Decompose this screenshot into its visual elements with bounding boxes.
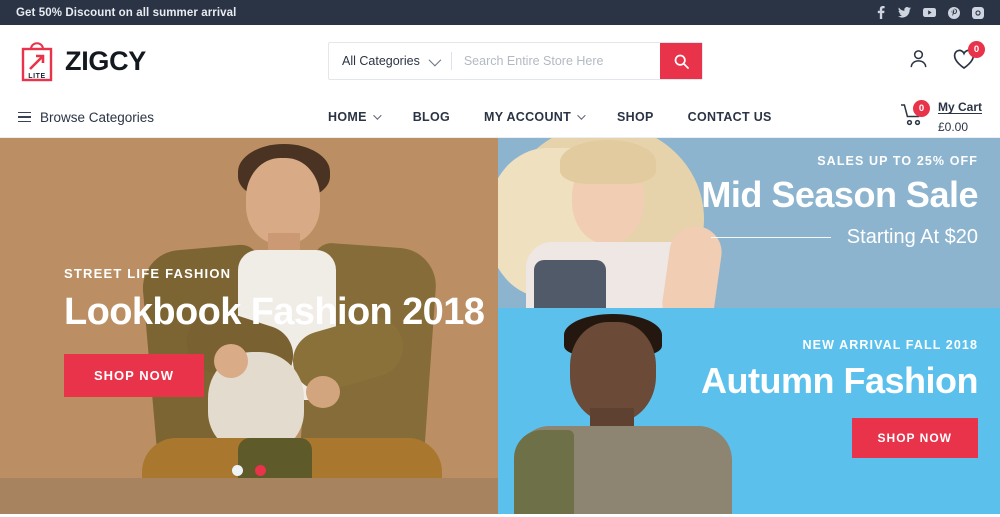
slide-kicker: STREET LIFE FASHION [64,266,232,281]
nav-item-blog-label: BLOG [412,110,451,124]
youtube-icon[interactable] [923,7,936,18]
brand-name: ZIGCY [65,45,147,76]
chevron-down-icon [372,111,382,120]
model-photo [534,260,606,308]
browse-categories-button[interactable]: Browse Categories [18,110,328,125]
divider [710,237,831,238]
chevron-down-icon [428,53,442,66]
promo-title: Mid Season Sale [701,174,978,215]
promo-title: Autumn Fashion [701,360,978,401]
model-photo [514,430,574,514]
search-icon [674,54,689,69]
category-select-label: All Categories [342,54,420,68]
cart-total: £0.00 [937,120,969,134]
cart-text: My Cart £0.00 [938,97,982,137]
social-links [875,6,984,19]
instagram-icon[interactable] [972,6,984,19]
promo-kicker: NEW ARRIVAL FALL 2018 [802,338,978,352]
nav-item-home[interactable]: HOME [328,110,382,124]
model-photo [570,322,656,422]
announcement-bar: Get 50% Discount on all summer arrival [0,0,1000,25]
promo-shop-now-button[interactable]: SHOP NOW [851,418,978,458]
nav-item-home-label: HOME [328,110,367,124]
brand-logo[interactable]: LITE ZIGCY [18,40,328,82]
model-photo [246,158,320,244]
cart-button[interactable]: 0 My Cart £0.00 [900,97,982,137]
nav-item-my-account-label: MY ACCOUNT [484,110,572,124]
main-navbar: Browse Categories HOME BLOG MY ACCOUNT S… [0,97,1000,138]
pinterest-icon[interactable] [948,6,960,19]
brand-tagline: LITE [28,73,46,80]
slider-dots [0,465,498,476]
model-photo [560,140,656,184]
search-input[interactable] [451,43,660,79]
search-bar: All Categories [328,42,703,80]
hero-section: STREET LIFE FASHION Lookbook Fashion 201… [0,138,1000,514]
nav-item-contact-us-label: CONTACT US [687,110,772,124]
cart-label: My Cart [937,100,982,114]
promo-subtitle-row: Starting At $20 [701,226,978,249]
promo-kicker: SALES UP TO 25% OFF [817,154,978,168]
nav-item-blog[interactable]: BLOG [413,110,450,124]
model-photo [0,478,498,514]
header-actions: 0 [907,40,985,75]
promo-copy: SALES UP TO 25% OFF Mid Season Sale Star… [701,154,978,249]
slider-dot-2[interactable] [255,465,266,476]
cart-icon: 0 [900,99,930,132]
promo-copy: NEW ARRIVAL FALL 2018 Autumn Fashion SHO… [701,338,978,458]
promo-banner-autumn-fashion[interactable]: NEW ARRIVAL FALL 2018 Autumn Fashion SHO… [498,308,1000,514]
hamburger-icon [18,111,31,123]
nav-item-contact-us[interactable]: CONTACT US [688,110,772,124]
wishlist-button[interactable]: 0 [952,40,985,75]
announcement-text: Get 50% Discount on all summer arrival [16,6,237,19]
nav-item-my-account[interactable]: MY ACCOUNT [484,110,586,124]
promo-banners: SALES UP TO 25% OFF Mid Season Sale Star… [498,138,1000,514]
nav-item-shop-label: SHOP [617,110,654,124]
chevron-down-icon [577,111,586,120]
wishlist-count-badge: 0 [968,40,985,58]
shopping-bag-logo-icon: LITE [18,40,56,82]
site-header: LITE ZIGCY All Categories Search Entire … [0,25,1000,97]
nav-menu: HOME BLOG MY ACCOUNT SHOP CONTACT US [328,110,772,124]
search-button[interactable] [660,43,702,79]
slide-title: Lookbook Fashion 2018 [64,291,485,333]
hero-slider[interactable]: STREET LIFE FASHION Lookbook Fashion 201… [0,138,498,514]
promo-banner-mid-season-sale[interactable]: SALES UP TO 25% OFF Mid Season Sale Star… [498,138,1000,308]
slide-shop-now-button[interactable]: SHOP NOW [64,354,204,397]
facebook-icon[interactable] [875,6,886,19]
account-icon[interactable] [907,47,930,75]
cart-count-badge: 0 [912,99,930,117]
slider-dot-1[interactable] [232,465,243,476]
browse-categories-label: Browse Categories [40,109,155,125]
nav-item-shop[interactable]: SHOP [617,110,654,124]
twitter-icon[interactable] [898,7,911,18]
slide-copy: STREET LIFE FASHION Lookbook Fashion 201… [64,266,485,397]
promo-subtitle: Starting At $20 [846,226,978,248]
category-select[interactable]: All Categories [329,43,451,79]
